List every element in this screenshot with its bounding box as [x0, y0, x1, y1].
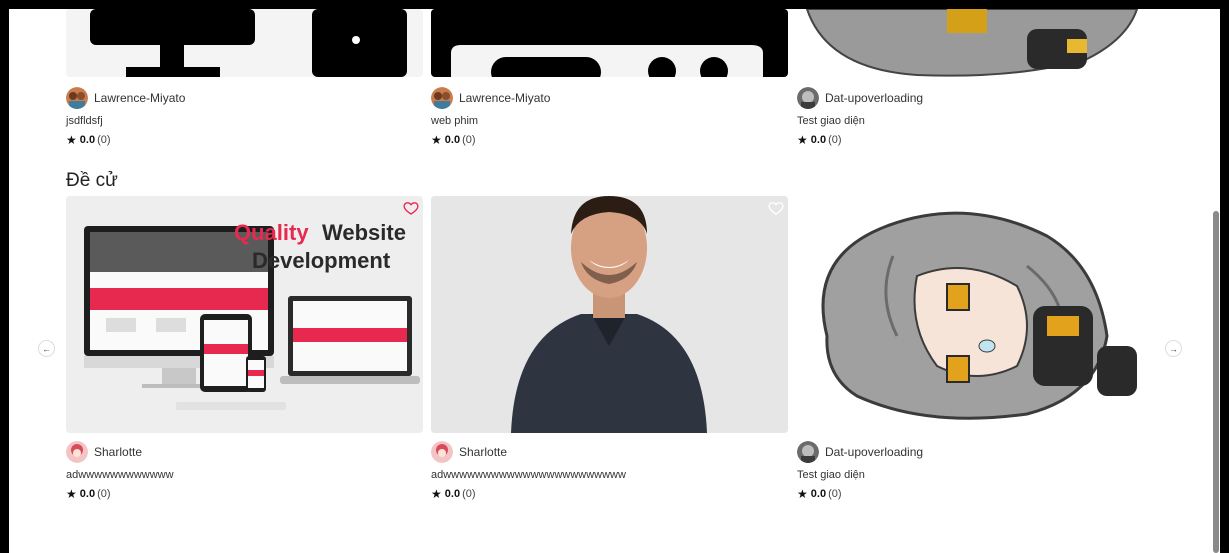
- rating-count: (0): [462, 134, 476, 146]
- avatar: [66, 87, 88, 109]
- avatar: [431, 87, 453, 109]
- rating-value: 0.0: [810, 134, 827, 146]
- product-title[interactable]: web phim: [431, 114, 788, 128]
- heart-outline-icon[interactable]: [403, 200, 419, 216]
- star-icon: ★: [66, 133, 77, 147]
- author[interactable]: Sharlotte: [66, 441, 423, 463]
- product-card[interactable]: Quality Website Development Sharlotte ad…: [66, 196, 423, 501]
- product-card[interactable]: Dat-upoverloading Test giao diện ★ 0.0 (…: [797, 9, 1154, 147]
- website-mockup-illustration: Quality Website Development: [66, 196, 423, 433]
- author-name[interactable]: Sharlotte: [459, 445, 507, 459]
- product-thumbnail[interactable]: [797, 9, 1154, 77]
- avatar: [797, 87, 819, 109]
- product-title[interactable]: Test giao diện: [797, 114, 1154, 128]
- rating: ★ 0.0 (0): [66, 133, 423, 147]
- heart-outline-icon[interactable]: [768, 200, 784, 216]
- star-icon: ★: [797, 133, 808, 147]
- portrait-photo: [431, 196, 788, 433]
- avatar: [797, 441, 819, 463]
- product-card[interactable]: Sharlotte adwwwwwwwwwwwwwwwwwwwwwww ★ 0.…: [431, 196, 788, 501]
- product-thumbnail[interactable]: Quality Website Development: [66, 196, 423, 433]
- product-thumbnail[interactable]: [431, 196, 788, 433]
- rating-count: (0): [828, 134, 842, 146]
- product-title[interactable]: Test giao diện: [797, 468, 1154, 482]
- rating: ★ 0.0 (0): [431, 133, 788, 147]
- avatar: [66, 441, 88, 463]
- banner-text: Development: [252, 248, 391, 273]
- product-title[interactable]: adwwwwwwwwwwwwwwwwwwwwwww: [431, 468, 788, 482]
- section-heading: Đề cử: [66, 170, 118, 191]
- product-title[interactable]: jsdfldsfj: [66, 114, 423, 128]
- product-thumbnail[interactable]: [797, 196, 1154, 433]
- rating: ★ 0.0 (0): [431, 487, 788, 501]
- product-thumbnail[interactable]: [431, 9, 788, 77]
- rating-value: 0.0: [79, 488, 96, 500]
- carousel-next-button[interactable]: →: [1165, 340, 1182, 357]
- rating-count: (0): [97, 488, 111, 500]
- author-name[interactable]: Dat-upoverloading: [825, 445, 923, 459]
- author-name[interactable]: Lawrence-Miyato: [459, 91, 550, 105]
- arrow-right-icon: →: [1169, 343, 1178, 354]
- device-illustration: [431, 9, 788, 77]
- author[interactable]: Dat-upoverloading: [797, 87, 1154, 109]
- star-icon: ★: [431, 133, 442, 147]
- product-title[interactable]: adwwwwwwwwwwww: [66, 468, 423, 482]
- banner-text: Website: [322, 220, 406, 245]
- rating-count: (0): [462, 488, 476, 500]
- rating: ★ 0.0 (0): [66, 487, 423, 501]
- monitor-illustration: [90, 9, 407, 77]
- rating: ★ 0.0 (0): [797, 487, 1154, 501]
- rating: ★ 0.0 (0): [797, 133, 1154, 147]
- star-icon: ★: [66, 487, 77, 501]
- product-card[interactable]: Lawrence-Miyato web phim ★ 0.0 (0): [431, 9, 788, 147]
- carousel-prev-button[interactable]: ←: [38, 340, 55, 357]
- anime-character-illustration: [797, 196, 1154, 433]
- avatar: [431, 441, 453, 463]
- rating-value: 0.0: [810, 488, 827, 500]
- product-card[interactable]: Dat-upoverloading Test giao diện ★ 0.0 (…: [797, 196, 1154, 501]
- rating-value: 0.0: [79, 134, 96, 146]
- product-card[interactable]: Lawrence-Miyato jsdfldsfj ★ 0.0 (0): [66, 9, 423, 147]
- rating-value: 0.0: [444, 134, 461, 146]
- author[interactable]: Lawrence-Miyato: [431, 87, 788, 109]
- banner-accent-text: Quality: [234, 220, 309, 245]
- star-icon: ★: [797, 487, 808, 501]
- author[interactable]: Dat-upoverloading: [797, 441, 1154, 463]
- scrollbar-thumb[interactable]: [1213, 211, 1219, 553]
- author-name[interactable]: Sharlotte: [94, 445, 142, 459]
- rating-count: (0): [828, 488, 842, 500]
- product-thumbnail[interactable]: [66, 9, 423, 77]
- author-name[interactable]: Dat-upoverloading: [825, 91, 923, 105]
- author-name[interactable]: Lawrence-Miyato: [94, 91, 185, 105]
- arrow-left-icon: ←: [42, 343, 51, 354]
- rating-count: (0): [97, 134, 111, 146]
- author[interactable]: Lawrence-Miyato: [66, 87, 423, 109]
- rating-value: 0.0: [444, 488, 461, 500]
- page-viewport: Lawrence-Miyato jsdfldsfj ★ 0.0 (0) Lawr…: [9, 9, 1220, 553]
- star-icon: ★: [431, 487, 442, 501]
- anime-character-illustration: [805, 9, 1139, 77]
- author[interactable]: Sharlotte: [431, 441, 788, 463]
